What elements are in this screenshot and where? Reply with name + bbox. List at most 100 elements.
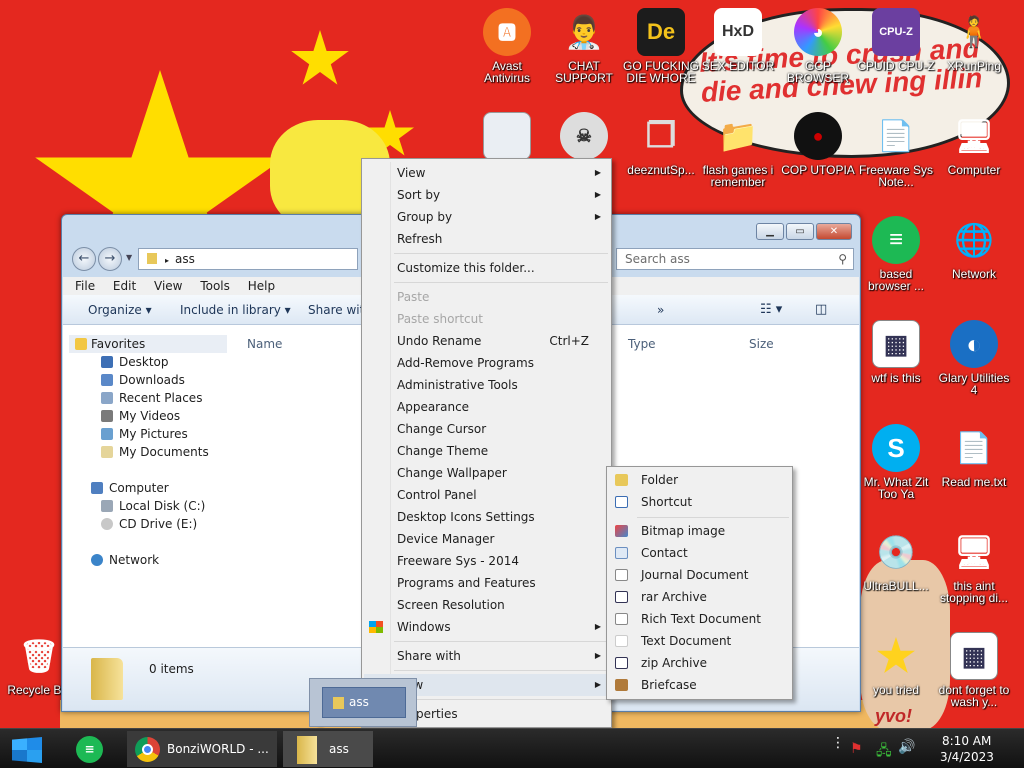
new-shortcut[interactable]: Shortcut xyxy=(609,491,790,513)
action-center-flag-icon[interactable]: ⚑ xyxy=(850,741,863,757)
taskbar-based-browser[interactable]: ≡ xyxy=(72,731,108,767)
menu-item-device-manager[interactable]: Device Manager xyxy=(364,528,609,550)
minimize-button[interactable]: ▁ xyxy=(756,223,784,240)
nav-videos[interactable]: My Videos xyxy=(101,407,180,425)
menu-item-appearance[interactable]: Appearance xyxy=(364,396,609,418)
menu-item-view[interactable]: View ▶ xyxy=(364,162,609,184)
desktop-icon-skull[interactable]: ☠ xyxy=(545,112,623,164)
desktop-icon-deeznut[interactable]: ❐ deeznutSp... xyxy=(622,112,700,176)
desktop-icon-chat-support[interactable]: 👨‍⚕️ CHAT SUPPORT xyxy=(545,8,623,84)
nav-cd-drive[interactable]: CD Drive (E:) xyxy=(101,515,197,533)
desktop-icon-cop-utopia[interactable]: ● COP UTOPIA xyxy=(779,112,857,176)
desktop-icon-wtf[interactable]: ▦ wtf is this xyxy=(857,320,935,384)
nav-recent[interactable]: Recent Places xyxy=(101,389,202,407)
desktop-icon-computer[interactable]: 🖥 Computer xyxy=(935,112,1013,176)
menu-item-customize[interactable]: Customize this folder... xyxy=(364,257,609,279)
menu-item-share-with[interactable]: Share with ▶ xyxy=(364,645,609,667)
organize-button[interactable]: Organize ▾ xyxy=(88,295,152,325)
desktop-icon-skype[interactable]: S Mr. What Zit Too Ya xyxy=(857,424,935,500)
nav-network[interactable]: Network xyxy=(91,551,159,569)
clock-date[interactable]: 3/4/2023 xyxy=(940,750,994,764)
more-commands-button[interactable]: » xyxy=(657,295,664,325)
new-journal[interactable]: Journal Document xyxy=(609,564,790,586)
nav-favorites[interactable]: Favorites xyxy=(69,335,227,353)
menu-item-freeware-sys[interactable]: Freeware Sys - 2014 xyxy=(364,550,609,572)
new-rtf[interactable]: Rich Text Document xyxy=(609,608,790,630)
nav-desktop[interactable]: Desktop xyxy=(101,353,169,371)
desktop-icon-gcp-browser[interactable]: ◕ GCP BROWSER xyxy=(779,8,857,84)
forward-button[interactable]: → xyxy=(98,247,122,271)
preview-pane-icon[interactable]: ◫ xyxy=(815,295,827,325)
desktop-icon-hxd[interactable]: HxD SEX EDITOR xyxy=(699,8,777,72)
menu-item-sort-by[interactable]: Sort by ▶ xyxy=(364,184,609,206)
nav-downloads[interactable]: Downloads xyxy=(101,371,185,389)
menu-item-paste-shortcut[interactable]: Paste shortcut xyxy=(364,308,609,330)
menu-edit[interactable]: Edit xyxy=(113,279,136,293)
menu-item-desktop-icons[interactable]: Desktop Icons Settings xyxy=(364,506,609,528)
new-zip[interactable]: zip Archive xyxy=(609,652,790,674)
menu-item-refresh[interactable]: Refresh xyxy=(364,228,609,250)
nav-pictures[interactable]: My Pictures xyxy=(101,425,188,443)
network-status-icon[interactable]: 🖧 xyxy=(876,740,892,764)
taskbar-thumbnail-preview[interactable]: ass xyxy=(309,678,417,727)
menu-tools[interactable]: Tools xyxy=(200,279,230,293)
desktop-icon-freeware[interactable]: 📄 Freeware Sys Note... xyxy=(857,112,935,189)
new-bitmap[interactable]: Bitmap image xyxy=(609,520,790,542)
menu-view[interactable]: View xyxy=(154,279,182,293)
desktop-icon-network[interactable]: 🌐 Network xyxy=(935,216,1013,280)
search-icon[interactable]: ⚲ xyxy=(838,249,847,269)
new-briefcase[interactable]: Briefcase xyxy=(609,674,790,696)
taskbar-bonziworld[interactable]: BonziWORLD - ... xyxy=(127,731,277,767)
menu-item-admin-tools[interactable]: Administrative Tools xyxy=(364,374,609,396)
menu-item-change-wallpaper[interactable]: Change Wallpaper xyxy=(364,462,609,484)
desktop-icon-based-browser[interactable]: ≡ based browser ... xyxy=(857,216,935,292)
thumbnail-item[interactable]: ass xyxy=(322,687,406,718)
desktop-icon-aint[interactable]: 🖥 this aint stopping di... xyxy=(935,528,1013,604)
desktop-icon-avast[interactable]: 🅰 Avast Antivirus xyxy=(468,8,546,84)
menu-item-change-theme[interactable]: Change Theme xyxy=(364,440,609,462)
volume-icon[interactable]: 🔊 xyxy=(898,739,915,755)
column-header-size[interactable]: Size xyxy=(749,337,774,351)
column-header-name[interactable]: Name xyxy=(247,337,282,351)
new-contact[interactable]: Contact xyxy=(609,542,790,564)
desktop-icon-xrunping[interactable]: 🧍 XRunPing xyxy=(935,8,1013,73)
breadcrumb[interactable]: ass xyxy=(175,252,195,266)
desktop-icon-cpuz[interactable]: CPU-Z CPUID CPU-Z xyxy=(857,8,935,72)
menu-item-change-cursor[interactable]: Change Cursor xyxy=(364,418,609,440)
address-bar[interactable]: ▸ ass xyxy=(138,248,358,270)
desktop-icon-window-app[interactable] xyxy=(468,112,546,164)
new-rar[interactable]: rar Archive xyxy=(609,586,790,608)
overflow-menu-icon[interactable]: ⋮ xyxy=(831,736,845,750)
menu-item-screen-resolution[interactable]: Screen Resolution xyxy=(364,594,609,616)
menu-item-add-remove[interactable]: Add-Remove Programs xyxy=(364,352,609,374)
column-header-type[interactable]: Type xyxy=(628,337,656,351)
menu-item-programs-features[interactable]: Programs and Features xyxy=(364,572,609,594)
desktop-icon-die[interactable]: De GO FUCKING DIE WHORE xyxy=(622,8,700,84)
new-folder[interactable]: Folder xyxy=(609,469,790,491)
menu-item-paste[interactable]: Paste xyxy=(364,286,609,308)
new-text[interactable]: Text Document xyxy=(609,630,790,652)
desktop-icon-flash-games[interactable]: 📁 flash games i remember xyxy=(699,112,777,188)
start-button[interactable] xyxy=(10,731,44,767)
desktop-icon-dont-forget[interactable]: ▦ dont forget to wash y... xyxy=(935,632,1013,708)
menu-item-group-by[interactable]: Group by ▶ xyxy=(364,206,609,228)
nav-documents[interactable]: My Documents xyxy=(101,443,209,461)
desktop-icon-you-tried[interactable]: ★ you tried xyxy=(857,632,935,697)
nav-computer[interactable]: Computer xyxy=(91,479,169,497)
view-options-icon[interactable]: ☷ ▾ xyxy=(760,295,782,325)
nav-local-disk[interactable]: Local Disk (C:) xyxy=(101,497,205,515)
maximize-button[interactable]: ▭ xyxy=(786,223,814,240)
history-dropdown-icon[interactable]: ▼ xyxy=(126,253,132,262)
taskbar-ass-folder[interactable]: ass xyxy=(283,731,373,767)
menu-help[interactable]: Help xyxy=(248,279,275,293)
include-library-button[interactable]: Include in library ▾ xyxy=(180,295,291,325)
back-button[interactable]: ← xyxy=(72,247,96,271)
menu-item-windows[interactable]: Windows ▶ xyxy=(364,616,609,638)
menu-file[interactable]: File xyxy=(75,279,95,293)
clock-time[interactable]: 8:10 AM xyxy=(942,734,991,748)
desktop-icon-readme[interactable]: 📄 Read me.txt xyxy=(935,424,1013,489)
search-input[interactable]: Search ass ⚲ xyxy=(616,248,854,270)
menu-item-undo-rename[interactable]: Undo Rename Ctrl+Z xyxy=(364,330,609,352)
desktop-icon-glary[interactable]: ◐ Glary Utilities 4 xyxy=(935,320,1013,396)
close-button[interactable]: ✕ xyxy=(816,223,852,240)
